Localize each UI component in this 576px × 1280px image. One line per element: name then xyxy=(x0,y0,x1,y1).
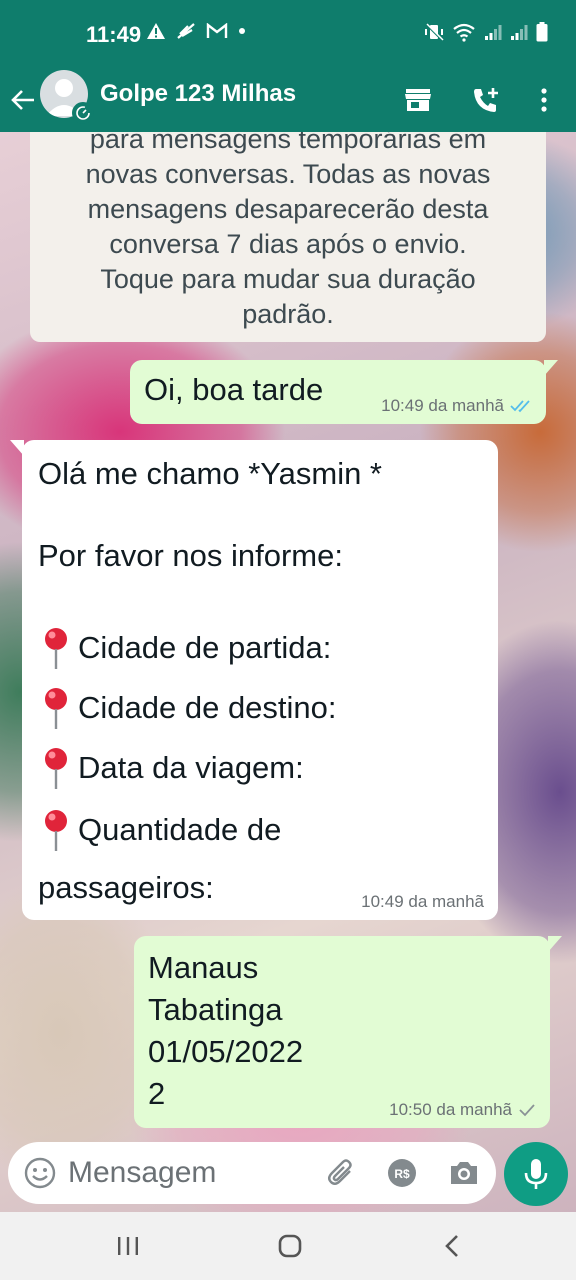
message-time: 10:49 da manhã xyxy=(361,892,484,911)
warning-icon xyxy=(147,23,165,39)
message-bubble-outgoing[interactable]: Manaus Tabatinga 01/05/2022 2 10:50 da m… xyxy=(134,936,562,1128)
message-meta: 10:50 da manhã xyxy=(389,1100,536,1120)
status-bar: 11:49 xyxy=(0,0,576,70)
mute-vibrate-icon xyxy=(425,23,444,41)
message-time: 10:49 da manhã xyxy=(381,396,504,415)
message-text: Data da viagem: xyxy=(78,750,304,785)
bubble-tail xyxy=(548,936,562,952)
round-pushpin-icon xyxy=(45,810,67,851)
disappearing-timer-badge xyxy=(72,102,94,124)
microphone-icon xyxy=(524,1159,548,1189)
signal-icon xyxy=(485,25,502,40)
message-line: Data da viagem: xyxy=(38,746,304,790)
wifi-icon xyxy=(453,23,475,42)
message-text: Manaus xyxy=(148,950,259,985)
message-text: Cidade de partida: xyxy=(78,630,332,665)
notice-line: Toque para mudar sua duração xyxy=(100,264,476,294)
round-pushpin-icon xyxy=(45,748,67,789)
message-input[interactable]: Mensagem xyxy=(68,1156,216,1190)
notice-line: novas conversas. Todas as novas xyxy=(85,159,491,189)
message-bubble-incoming[interactable]: Olá me chamo *Yasmin * Por favor nos inf… xyxy=(10,440,498,920)
voice-message-button[interactable] xyxy=(504,1142,568,1206)
contact-name[interactable]: Golpe 123 Milhas xyxy=(100,80,296,108)
add-call-button[interactable] xyxy=(466,78,506,122)
message-meta: 10:49 da manhã xyxy=(381,396,532,416)
message-text: Cidade de destino: xyxy=(78,690,337,725)
status-left-icons xyxy=(146,22,246,40)
recent-apps-button[interactable] xyxy=(108,1230,148,1262)
dot-icon xyxy=(239,28,245,34)
back-nav-button[interactable] xyxy=(432,1230,472,1262)
home-icon xyxy=(278,1234,302,1258)
store-icon xyxy=(405,89,431,111)
home-button[interactable] xyxy=(270,1230,310,1262)
attach-icon xyxy=(328,1159,352,1185)
message-text: Tabatinga xyxy=(148,992,283,1027)
attach-button[interactable] xyxy=(324,1155,360,1191)
chat-header: Golpe 123 Milhas xyxy=(0,70,576,132)
message-text: Oi, boa tarde xyxy=(144,372,324,407)
notice-line: conversa 7 dias após o envio. xyxy=(109,229,467,259)
notice-line: padrão. xyxy=(242,299,334,329)
message-line: Cidade de partida: xyxy=(38,626,331,670)
payment-button[interactable]: R$ xyxy=(384,1155,420,1191)
payment-icon: R$ xyxy=(388,1159,416,1187)
back-button[interactable] xyxy=(8,78,38,122)
message-text: Quantidade de xyxy=(78,812,282,847)
feather-icon xyxy=(177,23,195,39)
camera-icon xyxy=(451,1162,477,1184)
more-options-icon xyxy=(541,88,547,112)
recent-apps-icon xyxy=(118,1237,138,1255)
message-time: 10:50 da manhã xyxy=(389,1100,512,1119)
message-line: passageiros: xyxy=(38,870,214,906)
status-right-icons xyxy=(424,22,548,42)
status-time: 11:49 xyxy=(86,22,142,47)
message-line: Olá me chamo *Yasmin * xyxy=(38,456,382,492)
message-composer[interactable]: Mensagem R$ xyxy=(8,1142,496,1204)
message-meta: 10:49 da manhã xyxy=(361,892,484,912)
notice-line: para mensagens temporárias em xyxy=(89,132,487,154)
bubble-tail xyxy=(544,360,558,376)
message-line: Cidade de destino: xyxy=(38,686,337,730)
svg-text:R$: R$ xyxy=(394,1167,410,1181)
chat-area[interactable]: para mensagens temporárias em novas conv… xyxy=(0,132,576,1212)
add-call-icon xyxy=(474,88,498,112)
message-text: Por favor nos informe: xyxy=(38,538,343,573)
round-pushpin-icon xyxy=(45,628,67,669)
message-text: Olá me chamo *Yasmin * xyxy=(38,456,382,491)
message-bubble-outgoing[interactable]: Oi, boa tarde 10:49 da manhã xyxy=(130,360,558,424)
message-line: Quantidade de xyxy=(38,808,281,852)
chevron-left-icon xyxy=(445,1235,458,1257)
arrow-left-icon xyxy=(11,90,34,110)
message-text: passageiros: xyxy=(38,870,214,905)
camera-button[interactable] xyxy=(446,1155,482,1191)
bubble-tail xyxy=(10,440,24,456)
single-check-icon xyxy=(519,1104,535,1117)
system-nav-bar xyxy=(0,1212,576,1280)
message-text: 01/05/2022 xyxy=(148,1034,304,1069)
double-check-read-icon xyxy=(510,400,530,413)
timer-icon xyxy=(76,106,90,120)
notice-line: mensagens desaparecerão desta xyxy=(87,194,489,224)
more-options-button[interactable] xyxy=(524,78,564,122)
catalog-button[interactable] xyxy=(398,78,438,122)
signal-icon xyxy=(511,25,528,40)
battery-icon xyxy=(536,22,548,42)
emoji-icon[interactable] xyxy=(22,1155,58,1191)
disappearing-messages-notice[interactable]: para mensagens temporárias em novas conv… xyxy=(30,132,546,342)
round-pushpin-icon xyxy=(45,688,67,729)
message-text: 2 xyxy=(148,1076,166,1111)
message-line: Por favor nos informe: xyxy=(38,538,343,574)
gmail-icon xyxy=(206,23,228,38)
